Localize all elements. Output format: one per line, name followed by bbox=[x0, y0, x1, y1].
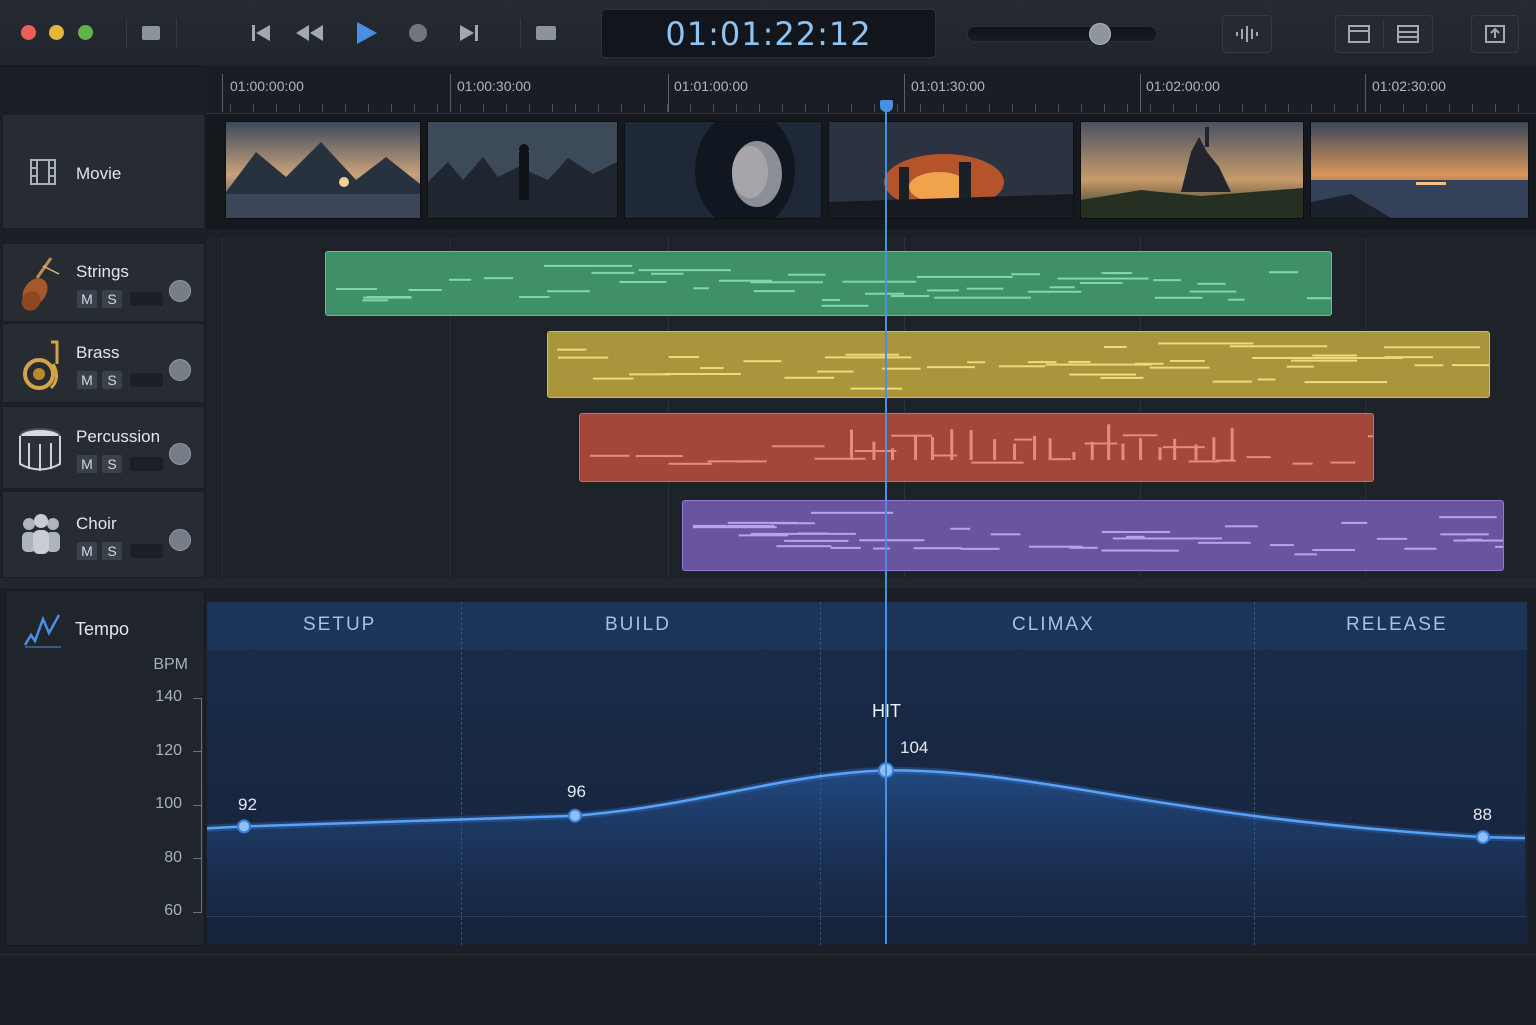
tempo-point-label: 88 bbox=[1473, 805, 1492, 824]
playhead-handle[interactable] bbox=[880, 100, 893, 112]
tempo-point-label: 104 bbox=[900, 738, 929, 757]
tempo-point bbox=[1476, 830, 1490, 845]
playhead-line[interactable] bbox=[885, 106, 887, 944]
tempo-point bbox=[568, 808, 582, 823]
tempo-point-label: 96 bbox=[567, 782, 586, 801]
bottom-panel bbox=[0, 954, 1536, 1025]
tempo-area-fill bbox=[207, 770, 1525, 916]
tempo-point bbox=[237, 819, 251, 834]
daw-window: 01:01:22:12 01:00:00:00 01:00:30:00 01:0… bbox=[0, 0, 1536, 1025]
tempo-point-label: 92 bbox=[238, 795, 257, 814]
tempo-curve-chart bbox=[206, 762, 1526, 916]
